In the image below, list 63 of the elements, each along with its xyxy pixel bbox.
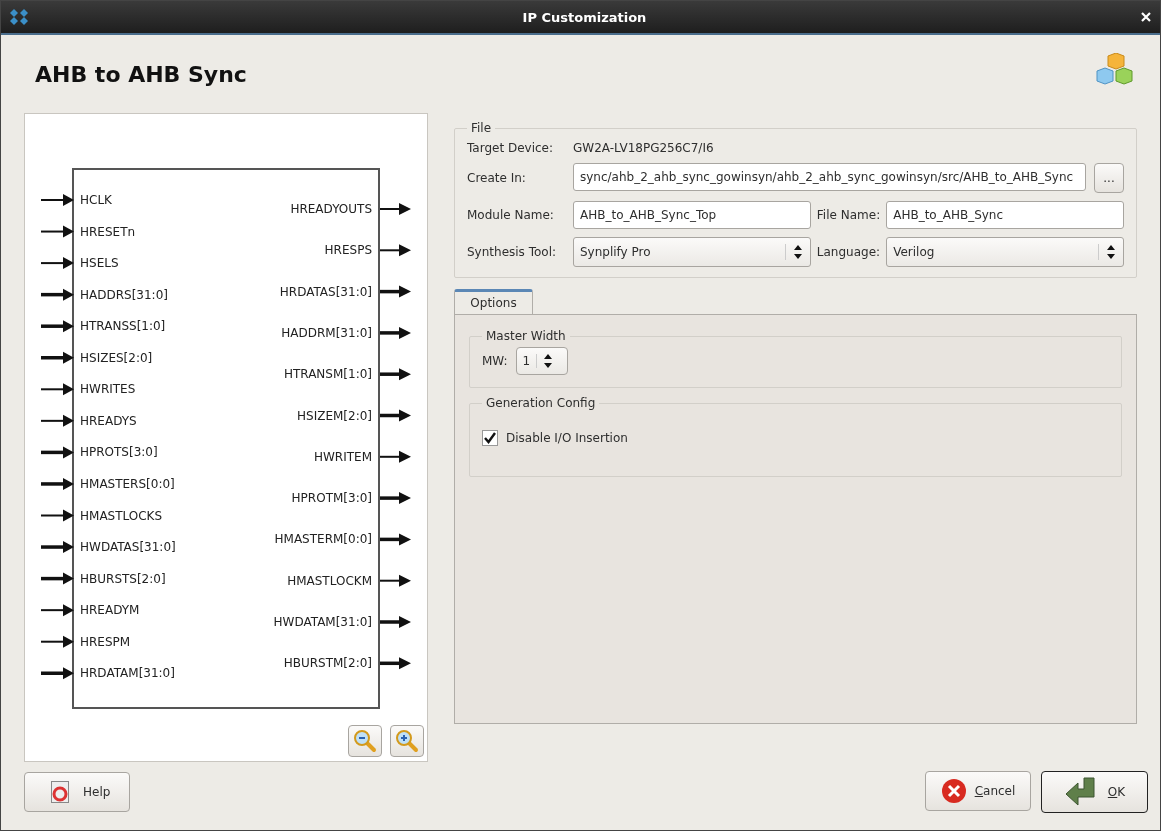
output-port-label: HADDRM[31:0] [281,325,372,340]
help-button[interactable]: Help [24,772,130,812]
window-title: IP Customization [522,9,647,25]
field-label: Language: [816,245,881,259]
mw-spinbox[interactable]: 1 [515,347,568,375]
field-label: Target Device: [467,141,555,155]
group-title: Master Width [485,329,567,343]
updown-icon [1106,244,1116,260]
group-title: File [470,121,493,135]
output-port-label: HMASTLOCKM [287,573,372,588]
checkbox-label: Disable I/O Insertion [506,431,628,445]
input-port-label: HRESETn [80,224,136,239]
input-port-label: HRDATAM[31:0] [80,666,175,681]
input-port-label: HMASTERS[0:0] [80,476,175,491]
close-icon[interactable] [1140,11,1152,23]
file-name-field[interactable]: AHB_to_AHB_Sync [886,201,1124,229]
input-port-label: HPROTS[3:0] [80,445,158,460]
zoom-out-icon [353,729,377,753]
app-logo-icon [9,8,29,26]
input-port-label: HBURSTS[2:0] [80,571,166,586]
input-port-label: HREADYS [80,413,137,428]
page-title: AHB to AHB Sync [35,61,247,87]
field-label: MW: [482,354,508,368]
field-label: Synthesis Tool: [467,245,558,259]
updown-icon [792,244,803,260]
input-port-label: HSIZES[2:0] [80,350,153,365]
input-port-label: HWDATAS[31:0] [80,540,176,555]
output-port-label: HREADYOUTS [290,202,372,216]
input-port-label: HMASTLOCKS [80,508,163,523]
input-port-label: HWRITES [80,382,136,397]
options-tab[interactable]: Options [454,289,533,314]
input-port-label: HADDRS[31:0] [80,287,168,302]
ok-button[interactable]: OK [1041,771,1148,813]
cancel-button[interactable]: Cancel [925,771,1031,811]
input-port-label: HCLK [80,193,112,207]
language-dropdown[interactable]: Verilog [886,237,1124,267]
target-device-value: GW2A-LV18PG256C7/I6 [573,141,715,155]
module-name-field[interactable]: AHB_to_AHB_Sync_Top [573,201,811,229]
output-port-label: HWRITEM [313,449,372,464]
group-title: Generation Config [485,396,597,410]
output-port-label: HSIZEM[2:0] [297,408,372,423]
field-label: Module Name: [467,208,555,222]
updown-icon [543,353,554,369]
output-port-label: HWDATAM[31:0] [273,615,372,629]
input-port-label: HRESPM [80,634,131,649]
input-port-label: HREADYM [80,603,140,618]
output-port-label: HTRANSM[1:0] [283,367,372,382]
input-port-label: HSELS [80,256,119,271]
browse-button[interactable]: ... [1094,163,1124,193]
output-port-label: HPROTM[3:0] [291,491,372,506]
field-label: Create In: [467,171,527,185]
output-port-label: HBURSTM[2:0] [283,656,372,671]
create-in-field[interactable]: sync/ahb_2_ahb_sync_gowinsyn/ahb_2_ahb_sync_gowinsyn/src/AHB_to_AHB_Sync [573,163,1086,191]
output-port-label: HMASTERM[0:0] [274,532,372,547]
input-port-label: HTRANSS[1:0] [80,319,166,334]
output-port-label: HRDATAS[31:0] [279,284,372,299]
lifebuoy-icon [51,781,69,803]
cancel-icon [940,778,967,804]
checkbox[interactable] [482,430,498,446]
synthesis-tool-dropdown[interactable]: Synplify Pro [573,237,811,267]
field-label: File Name: [816,208,881,222]
zoom-in-icon [395,729,419,753]
output-port-label: HRESPS [324,243,372,258]
